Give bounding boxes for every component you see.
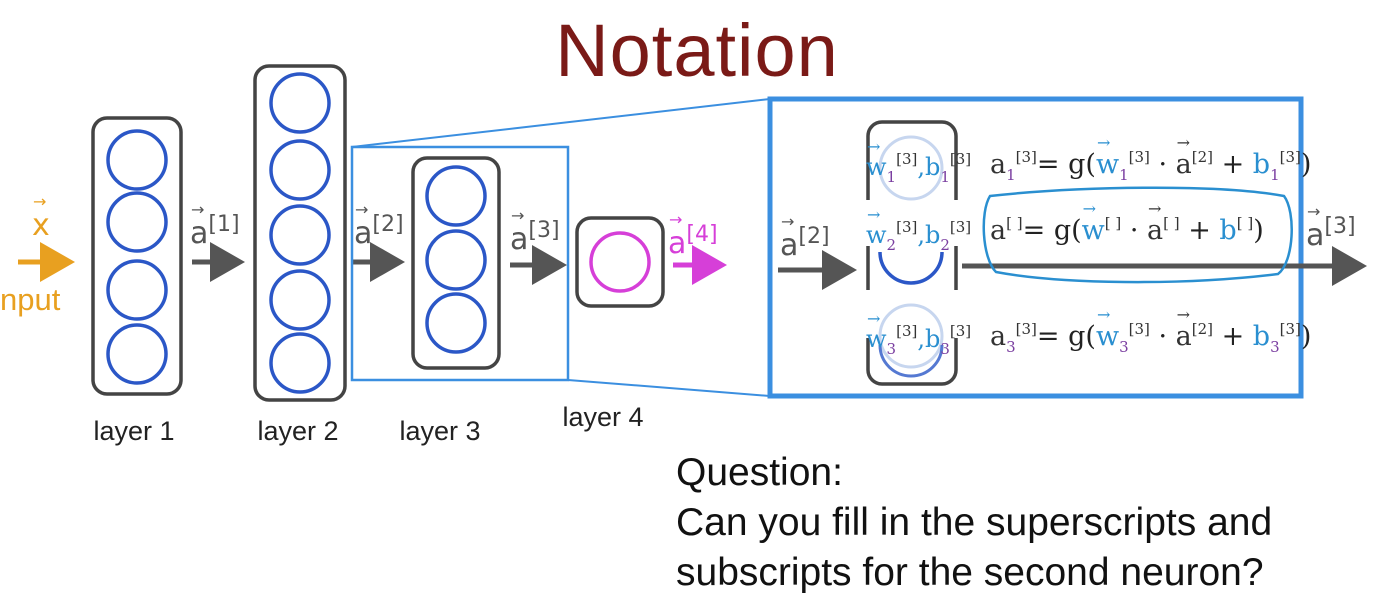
layer-1-neurons xyxy=(106,129,168,385)
neuron xyxy=(106,259,168,321)
question-line-2: subscripts for the second neuron? xyxy=(676,551,1264,594)
neuron xyxy=(269,72,331,134)
detail-output-label: a[3] xyxy=(1306,202,1356,253)
neuron xyxy=(106,129,168,191)
neuron xyxy=(106,191,168,253)
neuron-3-params: w3[3],b3[3] xyxy=(866,309,971,358)
equation-neuron-2-blank: a[ ]= g(w[ ] · a[ ] + b[ ]) xyxy=(990,199,1264,250)
zoom-line-top xyxy=(351,98,771,148)
input-x-label: x xyxy=(32,192,50,243)
neuron xyxy=(106,323,168,385)
layer-2-neurons xyxy=(269,72,331,394)
neuron xyxy=(425,229,487,291)
layer-1-label: layer 1 xyxy=(93,416,175,446)
neuron xyxy=(269,139,331,201)
layer-2-box xyxy=(253,64,347,402)
equation-neuron-3: a3[3]= g(w3[3] · a[2] + b3[3]) xyxy=(990,305,1311,356)
equation-neuron-1: a1[3]= g(w1[3] · a[2] + b1[3]) xyxy=(990,133,1311,184)
zoom-line-bottom xyxy=(567,379,771,397)
neuron-1-params: w1[3],b1[3] xyxy=(866,137,971,186)
neuron xyxy=(425,292,487,354)
output-neuron xyxy=(589,231,651,293)
a4-label: a[4] xyxy=(668,210,718,261)
question-block: Question: Can you fill in the superscrip… xyxy=(676,448,1392,598)
question-line-1: Can you fill in the superscripts and xyxy=(676,501,1273,544)
neuron-2-params: w2[3],b2[3] xyxy=(866,205,971,254)
layer-3-label: layer 3 xyxy=(399,416,481,446)
layer-3-neurons xyxy=(425,165,487,354)
detail-neuron-2 xyxy=(878,251,944,285)
neuron xyxy=(269,332,331,394)
layer-1-box xyxy=(91,116,183,396)
layer-2-label: layer 2 xyxy=(257,416,339,446)
a3-label: a[3] xyxy=(510,206,560,257)
neuron xyxy=(269,269,331,331)
neuron xyxy=(425,165,487,227)
a1-label: a[1] xyxy=(190,200,240,251)
detail-input-label: a[2] xyxy=(780,212,830,263)
layer-4-label: layer 4 xyxy=(562,402,644,432)
neuron xyxy=(269,204,331,266)
a2-label: a[2] xyxy=(354,200,404,251)
input-label: nput xyxy=(0,282,61,317)
question-heading: Question: xyxy=(676,451,843,494)
